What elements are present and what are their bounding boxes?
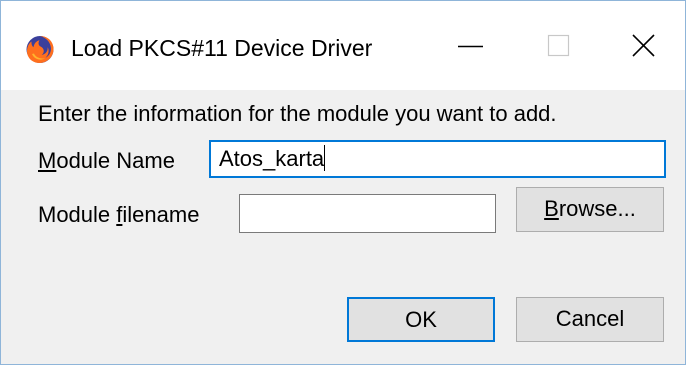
title-bar[interactable]: Load PKCS#11 Device Driver	[1, 1, 685, 90]
dialog-window: Load PKCS#11 Device Driver Enter the inf…	[0, 0, 686, 365]
module-name-mnemonic: M	[38, 148, 57, 173]
dialog-content: Enter the information for the module you…	[1, 90, 685, 364]
module-name-label: Module Name	[38, 147, 175, 175]
close-button[interactable]	[603, 15, 683, 77]
module-filename-label-before: Module	[38, 202, 117, 227]
minimize-icon	[458, 45, 483, 48]
ok-button[interactable]: OK	[347, 297, 495, 342]
browse-mnemonic: B	[544, 196, 559, 221]
maximize-icon	[547, 34, 570, 57]
close-icon	[632, 34, 655, 57]
firefox-icon	[26, 36, 54, 63]
cancel-button[interactable]: Cancel	[516, 297, 664, 342]
intro-text: Enter the information for the module you…	[38, 101, 557, 126]
browse-button[interactable]: Browse...	[516, 187, 664, 232]
module-filename-label-after: ilename	[122, 202, 200, 227]
maximize-button[interactable]	[518, 15, 598, 77]
module-filename-label: Module filename	[38, 201, 199, 229]
module-name-input[interactable]: Atos_karta	[209, 140, 666, 178]
module-filename-input[interactable]	[239, 194, 496, 233]
browse-label-rest: rowse...	[558, 196, 636, 221]
module-name-label-rest: odule Name	[56, 148, 175, 173]
minimize-button[interactable]	[431, 15, 511, 77]
text-caret	[324, 145, 326, 171]
window-title: Load PKCS#11 Device Driver	[71, 35, 373, 61]
module-name-value: Atos_karta	[219, 146, 325, 171]
